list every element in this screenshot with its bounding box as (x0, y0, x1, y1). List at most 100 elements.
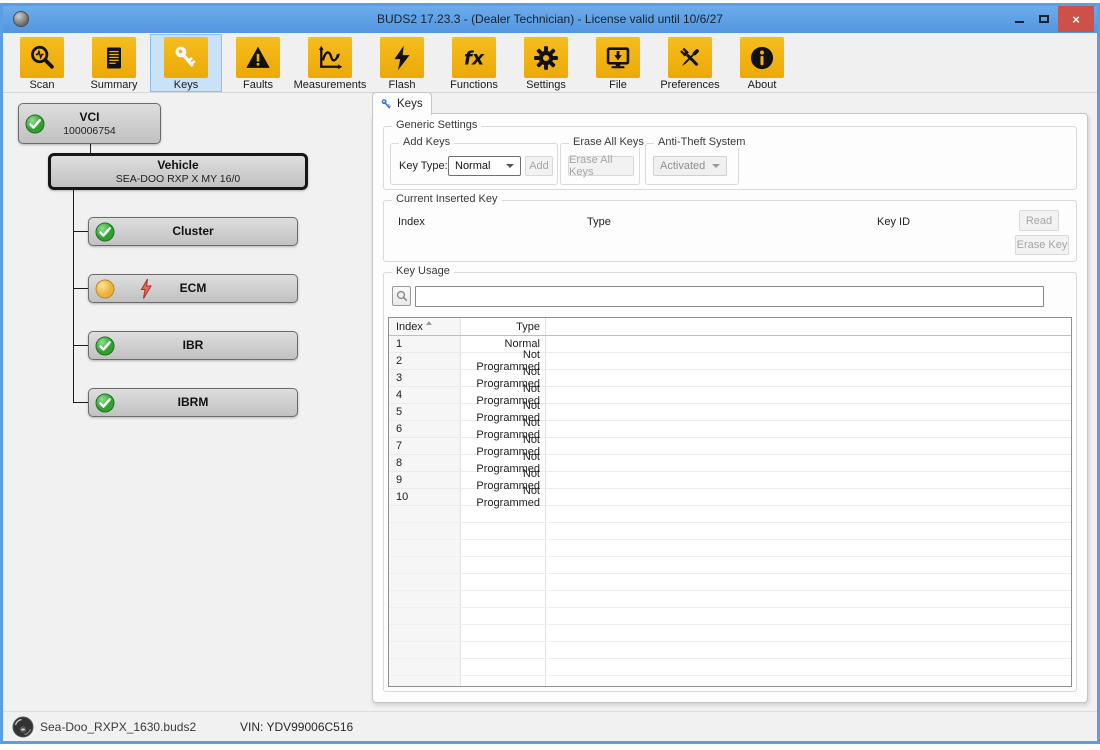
key-tab-icon (380, 98, 393, 111)
anti-theft-dropdown[interactable]: Activated (653, 156, 727, 176)
group-label: Key Usage (392, 265, 454, 277)
minimize-button[interactable] (1008, 6, 1030, 32)
erase-all-keys-group: Erase All Keys Erase All Keys (560, 143, 640, 185)
tab-keys[interactable]: Keys (372, 92, 432, 115)
tree-node-vci[interactable]: VCI 100006754 (18, 103, 161, 144)
toolbar-button-about[interactable]: About (726, 34, 798, 92)
toolbar-label: Measurements (294, 79, 367, 91)
current-key-col-type: Type (587, 216, 611, 228)
chevron-down-icon (712, 164, 720, 168)
read-button[interactable]: Read (1019, 210, 1059, 231)
tree-node-ibr[interactable]: IBR (88, 331, 298, 360)
add-keys-group: Add Keys Key Type: Normal Add (390, 143, 558, 185)
key-usage-table: Index Type 1 Normal 2 Not Programmed 3 N… (388, 317, 1072, 687)
toolbar-label: Preferences (660, 79, 719, 91)
node-title: IBR (183, 338, 204, 353)
svg-text:fx: fx (464, 48, 485, 69)
key-usage-search-input[interactable] (415, 286, 1044, 307)
brp-logo-icon (12, 716, 34, 738)
tree-node-ibrm[interactable]: IBRM (88, 388, 298, 417)
toolbar-button-scan[interactable]: Scan (6, 34, 78, 92)
key-usage-group: Key Usage Index Type (383, 272, 1077, 692)
toolbar-button-functions[interactable]: fx Functions (438, 34, 510, 92)
table-header-row: Index Type (389, 318, 1071, 336)
group-label: Current Inserted Key (392, 193, 502, 205)
erase-all-keys-button[interactable]: Erase All Keys (568, 156, 634, 176)
key-type-dropdown[interactable]: Normal (448, 156, 521, 176)
keys-icon (172, 44, 200, 72)
toolbar-button-preferences[interactable]: Preferences (654, 34, 726, 92)
toolbar-button-faults[interactable]: Faults (222, 34, 294, 92)
title-bar: BUDS2 17.23.3 - (Dealer Technician) - Li… (3, 6, 1097, 33)
status-bar: Sea-Doo_RXPX_1630.buds2 VIN: YDV99006C51… (3, 711, 1097, 741)
status-filename: Sea-Doo_RXPX_1630.buds2 (40, 720, 196, 734)
status-warning-icon (95, 279, 115, 299)
toolbar-button-keys[interactable]: Keys (150, 34, 222, 92)
toolbar-label: Faults (243, 79, 273, 91)
generic-settings-group: Generic Settings Add Keys Key Type: Norm… (383, 126, 1077, 190)
status-ok-icon (25, 114, 45, 134)
node-subtitle: 100006754 (63, 125, 116, 138)
toolbar-label: Flash (389, 79, 416, 91)
status-ok-icon (95, 336, 115, 356)
toolbar-button-measurements[interactable]: Measurements (294, 34, 366, 92)
tree-connector (73, 190, 74, 403)
group-label: Add Keys (399, 136, 454, 148)
flash-icon (388, 44, 416, 72)
toolbar-label: Keys (174, 79, 198, 91)
current-key-col-index: Index (398, 216, 425, 228)
toolbar-button-summary[interactable]: Summary (78, 34, 150, 92)
settings-icon (532, 44, 560, 72)
close-icon: × (1072, 13, 1080, 26)
add-button[interactable]: Add (525, 156, 553, 176)
close-button[interactable]: × (1058, 6, 1094, 32)
scan-icon (28, 44, 56, 72)
faults-icon (244, 44, 272, 72)
preferences-icon (676, 44, 704, 72)
chevron-down-icon (506, 164, 514, 168)
search-button[interactable] (392, 286, 411, 306)
tree-connector (90, 144, 91, 153)
toolbar-button-file[interactable]: File (582, 34, 654, 92)
tree-node-cluster[interactable]: Cluster (88, 217, 298, 246)
tab-label: Keys (397, 98, 423, 110)
group-label: Anti-Theft System (654, 136, 749, 148)
maximize-icon (1039, 15, 1049, 23)
tree-node-vehicle[interactable]: Vehicle SEA-DOO RXP X MY 16/0 (48, 153, 308, 190)
file-icon (604, 44, 632, 72)
toolbar-label: Summary (90, 79, 137, 91)
tree-node-ecm[interactable]: ECM (88, 274, 298, 303)
window-title: BUDS2 17.23.3 - (Dealer Technician) - Li… (3, 12, 1097, 26)
key-type-value: Normal (455, 160, 490, 172)
toolbar-label: Functions (450, 79, 498, 91)
about-icon (748, 44, 776, 72)
measurements-icon (316, 44, 344, 72)
node-title: Vehicle (157, 158, 198, 173)
tree-connector (73, 231, 88, 232)
group-label: Generic Settings (392, 119, 481, 131)
sort-asc-icon (426, 321, 432, 325)
erase-key-button[interactable]: Erase Key (1015, 235, 1069, 255)
table-row[interactable]: 10 Not Programmed (389, 489, 1071, 506)
table-header-type[interactable]: Type (460, 321, 545, 333)
search-icon (396, 290, 408, 302)
status-ok-icon (95, 222, 115, 242)
table-header-index[interactable]: Index (389, 321, 460, 333)
toolbar-button-settings[interactable]: Settings (510, 34, 582, 92)
tree-connector (73, 288, 88, 289)
toolbar: Scan Summary (3, 33, 1097, 93)
toolbar-button-flash[interactable]: Flash (366, 34, 438, 92)
minimize-icon (1015, 21, 1024, 23)
current-key-group: Current Inserted Key Index Type Key ID R… (383, 200, 1077, 262)
anti-theft-value: Activated (660, 160, 705, 172)
node-subtitle: SEA-DOO RXP X MY 16/0 (116, 173, 241, 186)
anti-theft-group: Anti-Theft System Activated (645, 143, 739, 185)
toolbar-label: Settings (526, 79, 566, 91)
tree-connector (73, 345, 88, 346)
toolbar-label: Scan (29, 79, 54, 91)
tree-connector (73, 402, 88, 403)
current-key-col-keyid: Key ID (877, 216, 910, 228)
fault-bolt-icon (139, 278, 153, 300)
maximize-button[interactable] (1033, 6, 1055, 32)
toolbar-label: About (748, 79, 777, 91)
